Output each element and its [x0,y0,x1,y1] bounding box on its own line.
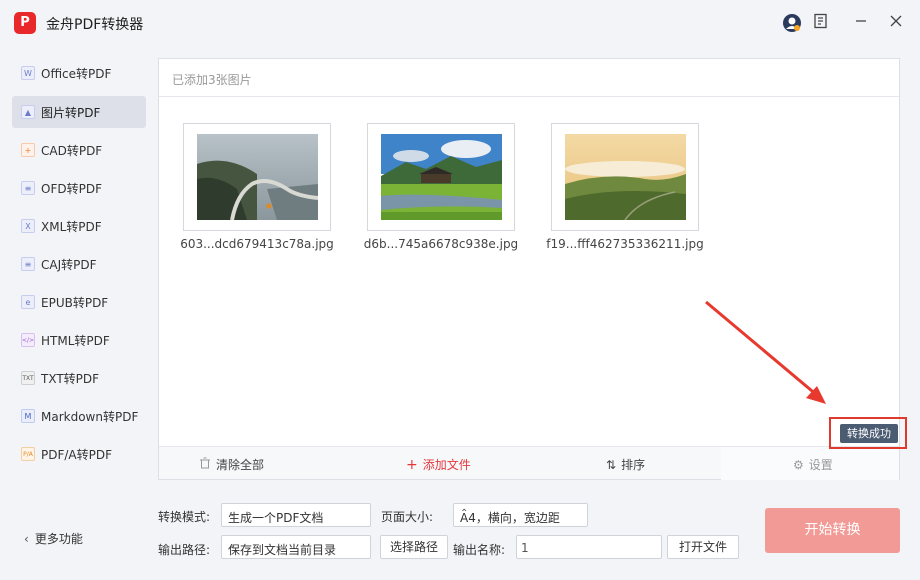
success-toast-highlight: 转换成功 [829,417,907,449]
sidebar-item-label: PDF/A转PDF [41,448,113,462]
title-bar: P 金舟PDF转换器 [0,0,920,50]
file-name: 603...dcd679413c78a.jpg [180,237,334,251]
success-toast: 转换成功 [840,424,898,443]
chevron-up-icon: ⌃ [460,508,469,519]
file-thumbnail[interactable] [367,123,515,231]
mode-select[interactable]: 生成一个PDF文档 ⌄ [221,503,371,527]
chevron-down-icon: ⌄ [228,540,237,551]
word-icon: W [21,66,35,80]
mode-label: 转换模式: [158,510,211,524]
image-preview [565,134,686,220]
panel-header: 已添加3张图片 [159,59,899,97]
output-name-value: 1 [521,541,529,555]
chevron-left-icon: ‹ [24,532,29,546]
file-name: d6b...745a6678c938e.jpg [363,237,519,251]
clear-all-label: 清除全部 [216,458,265,472]
epub-icon: e [21,295,35,309]
feedback-icon[interactable] [810,13,832,35]
trash-icon [199,457,211,472]
file-count-text: 已添加3张图片 [172,73,252,87]
settings-label: 设置 [808,458,833,472]
add-file-button[interactable]: + 添加文件 [406,456,471,473]
sidebar-item-xml[interactable]: X XML转PDF [12,210,146,242]
sidebar-item-label: CAJ转PDF [41,258,97,272]
gear-icon: ⚙ [793,458,804,472]
sidebar-item-txt[interactable]: TXT TXT转PDF [12,362,146,394]
open-file-button[interactable]: 打开文件 [667,535,739,559]
image-preview [197,134,318,220]
sidebar-item-image[interactable]: ▲ 图片转PDF [12,96,146,128]
image-icon: ▲ [21,105,35,119]
markdown-icon: M [21,409,35,423]
sidebar-item-ofd[interactable]: ≡ OFD转PDF [12,172,146,204]
txt-icon: TXT [21,371,35,385]
panel-toolbar: 清除全部 + 添加文件 ⇅ 排序 ⚙ 设置 [159,446,899,480]
minimize-icon[interactable] [850,13,872,35]
ofd-icon: ≡ [21,181,35,195]
sidebar-item-label: OFD转PDF [41,182,102,196]
sidebar-item-label: XML转PDF [41,220,102,234]
sidebar-item-caj[interactable]: ≡ CAJ转PDF [12,248,146,280]
more-functions-link[interactable]: ‹ 更多功能 [24,530,83,547]
file-panel: 已添加3张图片 603...dcd679413c78a.jpg d6b...74… [158,58,900,480]
sidebar-item-label: Office转PDF [41,67,112,81]
app-logo-icon: P [14,12,36,34]
more-functions-label: 更多功能 [34,532,83,546]
sidebar-item-html[interactable]: </> HTML转PDF [12,324,146,356]
choose-path-button[interactable]: 选择路径 [380,535,448,559]
output-name-label: 输出名称: [453,543,506,557]
start-convert-button[interactable]: 开始转换 [765,508,900,553]
sidebar-item-pdfa[interactable]: P/A PDF/A转PDF [12,438,146,470]
sidebar-item-label: CAD转PDF [41,144,103,158]
file-thumbnail[interactable] [183,123,331,231]
sidebar-item-label: HTML转PDF [41,334,110,348]
output-path-select[interactable]: 保存到文档当前目录 ⌄ [221,535,371,559]
page-size-label: 页面大小: [381,510,434,524]
file-name: f19...fff462735336211.jpg [546,237,704,251]
sidebar-item-office[interactable]: W Office转PDF [12,57,146,89]
add-file-label: 添加文件 [422,458,471,472]
chevron-down-icon: ⌄ [228,508,237,519]
sidebar-item-markdown[interactable]: M Markdown转PDF [12,400,146,432]
sidebar-item-label: EPUB转PDF [41,296,109,310]
settings-button[interactable]: ⚙ 设置 [793,456,833,473]
clear-all-button[interactable]: 清除全部 [199,456,264,473]
user-avatar-icon[interactable] [781,13,803,35]
sort-button[interactable]: ⇅ 排序 [606,456,645,473]
sort-icon: ⇅ [606,458,617,472]
sidebar-item-label: 图片转PDF [41,106,101,120]
html-icon: </> [21,333,35,347]
image-preview [381,134,502,220]
page-size-select[interactable]: A4，横向，宽边距 ⌃ [453,503,588,527]
sidebar-item-label: TXT转PDF [41,372,100,386]
sidebar-item-epub[interactable]: e EPUB转PDF [12,286,146,318]
cad-icon: + [21,143,35,157]
output-name-input[interactable]: 1 [516,535,662,559]
app-title: 金舟PDF转换器 [46,17,144,33]
sort-label: 排序 [621,458,646,472]
output-path-label: 输出路径: [158,543,211,557]
file-thumbnail[interactable] [551,123,699,231]
caj-icon: ≡ [21,257,35,271]
sidebar-item-cad[interactable]: + CAD转PDF [12,134,146,166]
pdfa-icon: P/A [21,447,35,461]
xml-icon: X [21,219,35,233]
plus-icon: + [406,457,418,473]
close-icon[interactable] [885,13,907,35]
sidebar-item-label: Markdown转PDF [41,410,139,424]
